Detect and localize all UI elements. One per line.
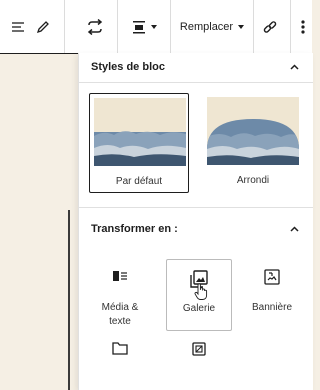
hand-cursor-icon: [194, 283, 208, 306]
transform-media-text[interactable]: Média & texte: [87, 259, 153, 331]
chevron-down-icon: [238, 24, 245, 29]
chevron-down-icon: [150, 24, 157, 29]
link-button[interactable]: [255, 0, 285, 53]
replace-label: Remplacer: [179, 20, 234, 33]
canvas-edge: [68, 210, 70, 390]
edit-button[interactable]: [30, 0, 56, 53]
toolbar-separator: [64, 0, 65, 53]
vertical-ellipsis-icon: [301, 19, 305, 34]
style-label-default: Par défaut: [115, 176, 163, 187]
pencil-icon: [36, 20, 50, 34]
media-text-icon: [87, 269, 153, 283]
transform-arrows-icon: [86, 18, 104, 35]
transform-label: Média & texte: [87, 301, 153, 329]
toolbar-separator: [117, 0, 118, 53]
chevron-up-icon: [290, 223, 299, 235]
list-icon: [11, 21, 25, 33]
style-preview-rounded: [207, 97, 299, 165]
divider: [79, 207, 313, 208]
transform-label-line1: Média &: [101, 302, 139, 313]
folder-icon: [87, 341, 153, 355]
align-button[interactable]: [122, 0, 166, 53]
link-icon: [263, 20, 277, 34]
transform-dropdown: Styles de bloc Par défaut Arrondi Transf…: [78, 53, 313, 390]
block-styles-header[interactable]: Styles de bloc: [79, 53, 313, 81]
style-option-default[interactable]: Par défaut: [89, 93, 189, 193]
image-frame-icon: [166, 341, 232, 357]
toolbar-separator: [170, 0, 171, 53]
divider: [79, 82, 313, 83]
toolbar-separator: [253, 0, 254, 53]
transform-cover[interactable]: Bannière: [239, 259, 305, 331]
transform-image[interactable]: [166, 331, 232, 390]
transform-group[interactable]: [87, 331, 153, 390]
style-label-rounded: Arrondi: [236, 175, 270, 186]
align-center-icon: [132, 20, 146, 34]
chevron-up-icon: [290, 61, 299, 73]
transform-to-title: Transformer en :: [91, 223, 178, 235]
list-view-button[interactable]: [6, 0, 30, 53]
toolbar-separator: [290, 0, 291, 53]
transform-to-header[interactable]: Transformer en :: [79, 215, 313, 243]
cover-icon: [239, 269, 305, 285]
transform-label-line1: Bannière: [251, 302, 293, 313]
transform-button[interactable]: [78, 0, 112, 53]
style-preview-default: [94, 98, 186, 166]
block-styles-title: Styles de bloc: [91, 61, 165, 73]
style-option-rounded[interactable]: Arrondi: [203, 93, 303, 193]
more-options-button[interactable]: [294, 0, 312, 53]
transform-label-line2: texte: [109, 316, 131, 327]
transform-label: Bannière: [239, 301, 305, 315]
block-toolbar: Remplacer: [0, 0, 312, 54]
replace-button[interactable]: Remplacer: [172, 0, 252, 53]
